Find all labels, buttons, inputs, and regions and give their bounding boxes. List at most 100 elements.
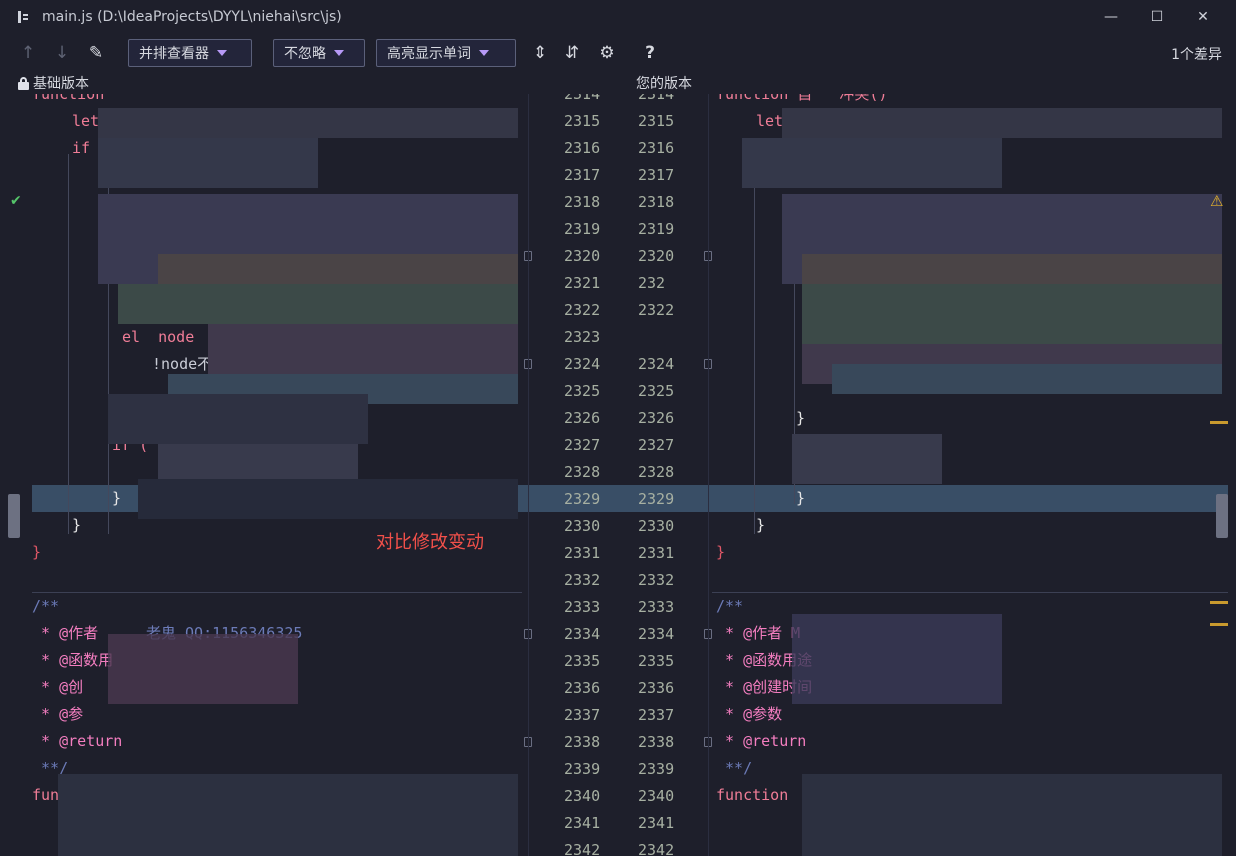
- collapse-unchanged-icon[interactable]: ⇕: [528, 40, 552, 66]
- left-line-number: 2315: [564, 112, 601, 130]
- code-line: /**: [716, 597, 744, 615]
- viewer-dropdown[interactable]: 并排查看器: [128, 39, 252, 67]
- right-line-number: 2328: [638, 463, 675, 481]
- left-line-number: 2328: [564, 463, 601, 481]
- left-line-number: 2324: [564, 355, 601, 373]
- right-line-number: 2314: [638, 94, 675, 103]
- code-line: /**: [32, 597, 60, 615]
- right-line-number: 2332: [638, 571, 675, 589]
- check-icon: ✔: [10, 193, 22, 209]
- code-line: }: [796, 409, 806, 427]
- left-line-number: 2325: [564, 382, 601, 400]
- left-line-number: 2332: [564, 571, 601, 589]
- left-line-number: 2341: [564, 814, 601, 832]
- lock-icon: [18, 76, 29, 90]
- code-line: * @return: [716, 732, 807, 750]
- right-line-number: 232: [638, 274, 666, 292]
- change-marker[interactable]: [1210, 421, 1228, 424]
- code-line: * @作者: [32, 624, 99, 642]
- chevron-down-icon: [217, 50, 227, 56]
- left-line-number: 2320: [564, 247, 601, 265]
- left-line-number: 2330: [564, 517, 601, 535]
- code-line: function: [32, 94, 105, 103]
- right-line-number: 2326: [638, 409, 675, 427]
- right-scrollbar-thumb[interactable]: [1216, 494, 1228, 538]
- highlight-dropdown[interactable]: 高亮显示单词: [376, 39, 516, 67]
- left-line-number: 2319: [564, 220, 601, 238]
- diff-toolbar: ↑ ↓ ✎ 并排查看器 不忽略 高亮显示单词 ⇕ ⇵ ⚙ ? 1个差异: [0, 36, 1236, 70]
- ignore-whitespace-dropdown[interactable]: 不忽略: [273, 39, 365, 67]
- left-line-number: 2318: [564, 193, 601, 211]
- title-bar: main.js (D:\IdeaProjects\DYYL\niehai\src…: [0, 0, 1236, 34]
- left-line-number: 2316: [564, 139, 601, 157]
- right-line-number: 2318: [638, 193, 675, 211]
- right-line-number: 2340: [638, 787, 675, 805]
- change-marker[interactable]: [1210, 601, 1228, 604]
- right-pane-header: 您的版本: [636, 72, 692, 94]
- diff-editor[interactable]: function let if el node !node不 if ( } } …: [0, 94, 1236, 856]
- right-line-number: 2324: [638, 355, 675, 373]
- diff-app-icon: [18, 10, 32, 24]
- right-line-number: 2341: [638, 814, 675, 832]
- highlight-dropdown-label: 高亮显示单词: [387, 46, 471, 62]
- code-line: * @参数: [716, 705, 783, 723]
- code-line: **/: [716, 759, 753, 777]
- left-line-number: 2317: [564, 166, 601, 184]
- difference-count: 1个差异: [1171, 47, 1222, 63]
- line-number-gutter: 2314 2315 2316 2317 2318 2319 2320 2321 …: [524, 94, 712, 856]
- viewer-dropdown-label: 并排查看器: [139, 46, 209, 62]
- right-line-number: 2330: [638, 517, 675, 535]
- left-line-number: 2339: [564, 760, 601, 778]
- settings-gear-icon[interactable]: ⚙: [595, 40, 619, 66]
- left-pane-title: 基础版本: [33, 76, 89, 92]
- previous-difference-icon[interactable]: ↑: [16, 40, 40, 66]
- left-line-number: 2322: [564, 301, 601, 319]
- edit-icon[interactable]: ✎: [84, 40, 108, 66]
- left-line-number: 2342: [564, 841, 601, 856]
- left-line-number: 2335: [564, 652, 601, 670]
- left-line-number: 2334: [564, 625, 601, 643]
- code-line: }: [716, 543, 726, 561]
- code-line: el node: [122, 328, 195, 346]
- code-line: }: [32, 543, 42, 561]
- code-line: }: [72, 516, 82, 534]
- right-line-number: 2331: [638, 544, 675, 562]
- right-line-number: 2339: [638, 760, 675, 778]
- code-line: * @作者 M: [716, 624, 801, 642]
- right-line-number: 2329: [638, 490, 675, 508]
- sync-scroll-icon[interactable]: ⇵: [560, 40, 584, 66]
- code-line: }: [796, 489, 806, 507]
- left-line-number: 2340: [564, 787, 601, 805]
- help-icon[interactable]: ?: [638, 40, 662, 66]
- code-line: function 自 冲突(): [716, 94, 888, 103]
- maximize-button[interactable]: ☐: [1134, 0, 1180, 34]
- close-button[interactable]: ✕: [1180, 0, 1226, 34]
- left-line-number: 2337: [564, 706, 601, 724]
- right-line-number: 2334: [638, 625, 675, 643]
- warning-icon[interactable]: ⚠: [1210, 192, 1223, 210]
- base-version-pane[interactable]: function let if el node !node不 if ( } } …: [28, 94, 522, 856]
- right-line-number: 2317: [638, 166, 675, 184]
- right-pane-title: 您的版本: [636, 76, 692, 92]
- right-line-number: 2315: [638, 112, 675, 130]
- next-difference-icon[interactable]: ↓: [50, 40, 74, 66]
- right-line-number: [638, 324, 678, 351]
- chevron-down-icon: [479, 50, 489, 56]
- minimize-button[interactable]: —: [1088, 0, 1134, 34]
- change-marker[interactable]: [1210, 623, 1228, 626]
- right-line-number: 2319: [638, 220, 675, 238]
- right-line-number: 2325: [638, 382, 675, 400]
- your-version-pane[interactable]: function 自 冲突() let } } } } /** * @作者 M …: [712, 94, 1230, 856]
- left-line-number: 2327: [564, 436, 601, 454]
- left-pane-header: 基础版本: [18, 72, 89, 94]
- code-line: * @创: [32, 678, 84, 696]
- code-line: let: [72, 112, 100, 130]
- code-line: }: [112, 489, 122, 507]
- left-line-number: 2326: [564, 409, 601, 427]
- left-scrollbar-thumb[interactable]: [8, 494, 20, 538]
- ignore-dropdown-label: 不忽略: [284, 46, 326, 62]
- code-line: fun: [32, 786, 60, 804]
- code-line: * @函数用: [32, 651, 114, 669]
- left-line-number: 2333: [564, 598, 601, 616]
- right-line-number: 2335: [638, 652, 675, 670]
